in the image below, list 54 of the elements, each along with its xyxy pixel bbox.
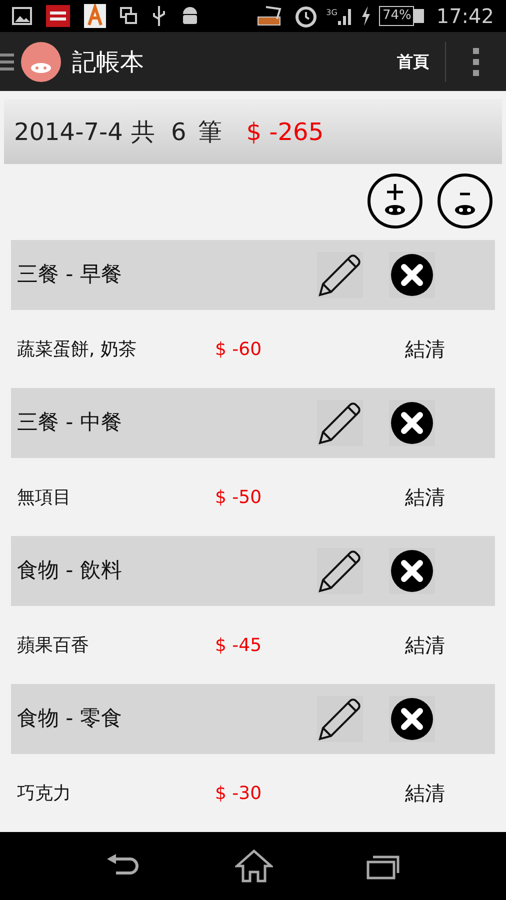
item-amount: $ -60 xyxy=(215,338,263,362)
home-icon[interactable] xyxy=(234,849,273,883)
count-label: 共 xyxy=(130,116,155,148)
category-name: 三餐 - 早餐 xyxy=(17,261,123,288)
close-icon xyxy=(390,697,434,741)
edit-button[interactable] xyxy=(317,252,363,298)
home-button[interactable]: 首頁 xyxy=(381,42,446,82)
windows-icon xyxy=(120,7,138,26)
letter-app-icon xyxy=(84,4,106,28)
picture-icon xyxy=(12,7,32,26)
app-title: 記帳本 xyxy=(72,46,144,78)
settled-status: 結清 xyxy=(405,780,445,807)
pencil-icon xyxy=(317,548,363,594)
add-icon[interactable] xyxy=(366,172,424,230)
clock: 17:42 xyxy=(436,3,494,30)
settled-status: 結清 xyxy=(405,632,445,659)
category-name: 三餐 - 中餐 xyxy=(17,409,123,436)
edit-button[interactable] xyxy=(317,696,363,742)
category-name: 食物 - 零食 xyxy=(17,705,123,732)
pencil-icon xyxy=(317,400,363,446)
pencil-icon xyxy=(317,252,363,298)
usb-icon xyxy=(152,5,166,28)
item-name: 蔬菜蛋餅, 奶茶 xyxy=(17,338,138,362)
entry-count: 6 xyxy=(170,116,186,148)
summary-date: 2014-7-4 xyxy=(14,116,123,148)
item-amount: $ -50 xyxy=(215,486,263,510)
item-name: 蘋果百香 xyxy=(17,634,90,658)
category-name: 食物 - 飲料 xyxy=(17,557,123,584)
charging-icon xyxy=(361,6,372,26)
close-icon xyxy=(390,253,434,297)
delete-button[interactable] xyxy=(389,400,435,446)
total-amount: $ -265 xyxy=(246,116,324,148)
delete-button[interactable] xyxy=(389,548,435,594)
battery-level: 74% xyxy=(379,6,414,26)
settled-status: 結清 xyxy=(405,484,445,511)
delete-button[interactable] xyxy=(389,696,435,742)
edit-button[interactable] xyxy=(317,400,363,446)
delete-button[interactable] xyxy=(389,252,435,298)
signal-icon xyxy=(337,7,354,26)
pig-logo-icon xyxy=(20,40,62,83)
subtract-icon[interactable] xyxy=(436,172,494,230)
item-amount: $ -45 xyxy=(215,634,263,658)
item-name: 無項目 xyxy=(17,486,72,510)
item-name: 巧克力 xyxy=(17,782,72,806)
settled-status: 結清 xyxy=(405,336,445,363)
item-amount: $ -30 xyxy=(215,782,263,806)
news-app-icon xyxy=(46,5,70,28)
network-type: 3G xyxy=(326,7,338,20)
count-unit: 筆 xyxy=(198,116,222,148)
pencil-icon xyxy=(317,696,363,742)
alarm-clock-icon xyxy=(294,4,318,28)
edit-button[interactable] xyxy=(317,548,363,594)
close-icon xyxy=(390,549,434,593)
close-icon xyxy=(390,401,434,445)
